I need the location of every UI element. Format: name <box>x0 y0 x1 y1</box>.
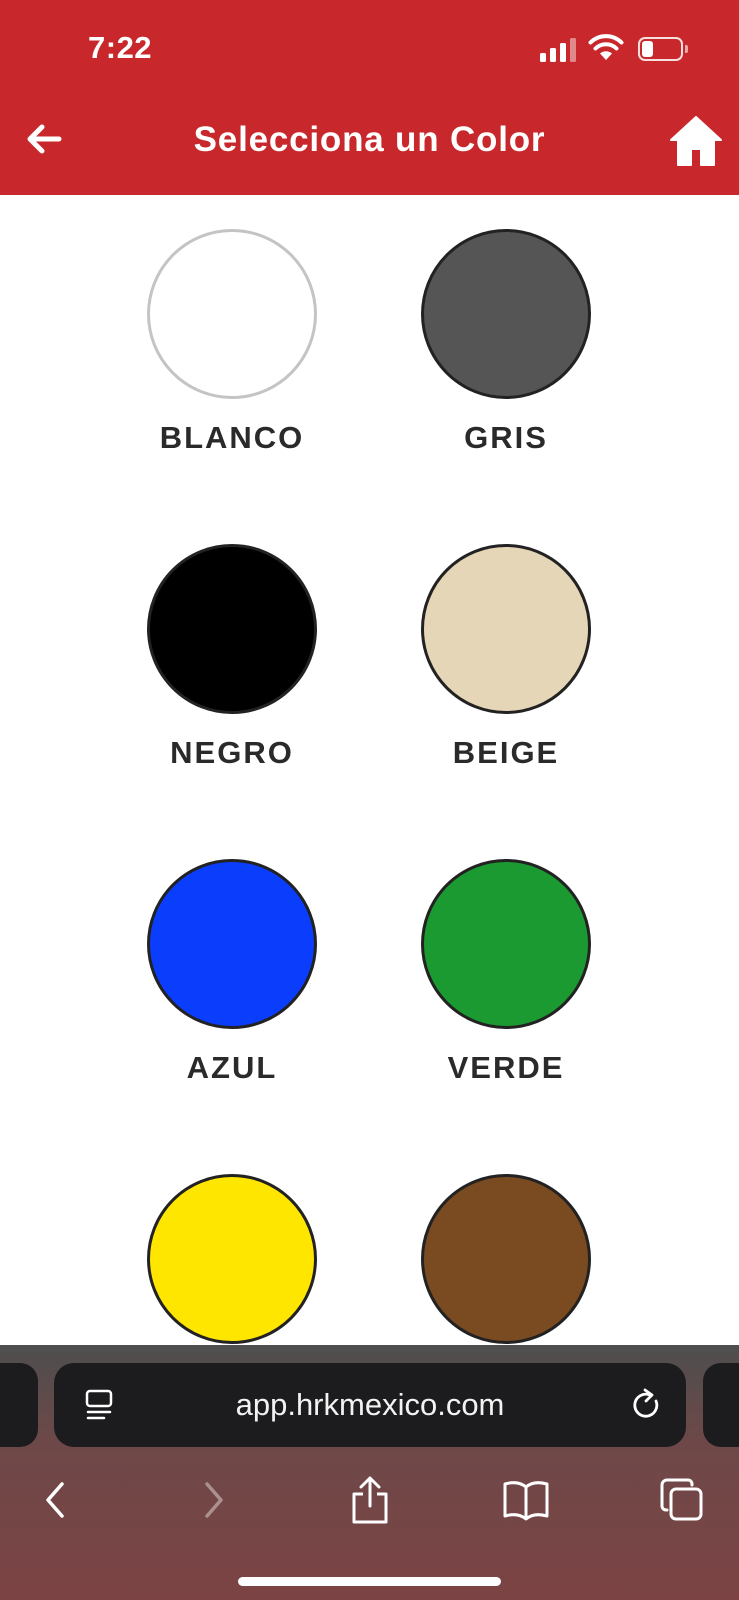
color-swatch <box>421 544 591 714</box>
book-icon <box>503 1481 549 1521</box>
page-title: Selecciona un Color <box>193 120 546 159</box>
share-icon <box>352 1476 388 1524</box>
next-tab-preview[interactable] <box>703 1363 739 1447</box>
color-label: AZUL <box>186 1050 278 1085</box>
color-swatch <box>421 229 591 399</box>
color-label: GRIS <box>464 420 548 455</box>
color-swatch <box>147 1174 317 1344</box>
color-label: VERDE <box>447 1050 565 1085</box>
chevron-left-icon <box>46 1482 64 1518</box>
browser-forward-button[interactable] <box>184 1470 244 1530</box>
previous-tab-preview[interactable] <box>0 1363 38 1447</box>
url-text: app.hrkmexico.com <box>235 1387 505 1422</box>
address-bar[interactable]: app.hrkmexico.com <box>54 1363 686 1447</box>
app-header: 7:22 Selecciona un Color <box>0 0 739 195</box>
reload-icon[interactable] <box>628 1387 664 1423</box>
color-option[interactable]: BEIGE <box>394 510 614 770</box>
wifi-icon <box>588 34 624 60</box>
home-icon <box>670 116 722 166</box>
color-label: BEIGE <box>452 735 560 770</box>
color-label: BLANCO <box>159 420 305 455</box>
tabs-icon <box>660 1478 703 1521</box>
chevron-right-icon <box>205 1482 223 1518</box>
color-label: NEGRO <box>170 735 294 770</box>
color-swatch <box>147 229 317 399</box>
battery-icon <box>638 37 688 61</box>
color-option[interactable]: NEGRO <box>120 510 340 770</box>
browser-back-button[interactable] <box>25 1470 85 1530</box>
browser-toolbar: app.hrkmexico.com <box>0 1345 739 1600</box>
bookmarks-button[interactable] <box>496 1470 556 1530</box>
color-option[interactable]: AZUL <box>120 825 340 1085</box>
color-option[interactable] <box>120 1140 340 1345</box>
color-swatch <box>147 544 317 714</box>
tabs-button[interactable] <box>652 1470 712 1530</box>
color-option[interactable]: GRIS <box>394 195 614 455</box>
color-grid: BLANCO GRIS NEGRO BEIGE AZUL VERDE <box>0 195 739 1345</box>
cellular-signal-icon <box>540 38 576 62</box>
color-option[interactable] <box>394 1140 614 1345</box>
color-swatch <box>421 859 591 1029</box>
home-button[interactable] <box>668 114 724 168</box>
share-button[interactable] <box>340 1470 400 1530</box>
color-option[interactable]: VERDE <box>394 825 614 1085</box>
home-indicator[interactable] <box>238 1577 501 1586</box>
status-time: 7:22 <box>88 30 153 65</box>
color-swatch <box>421 1174 591 1344</box>
color-option[interactable]: BLANCO <box>120 195 340 455</box>
color-swatch <box>147 859 317 1029</box>
